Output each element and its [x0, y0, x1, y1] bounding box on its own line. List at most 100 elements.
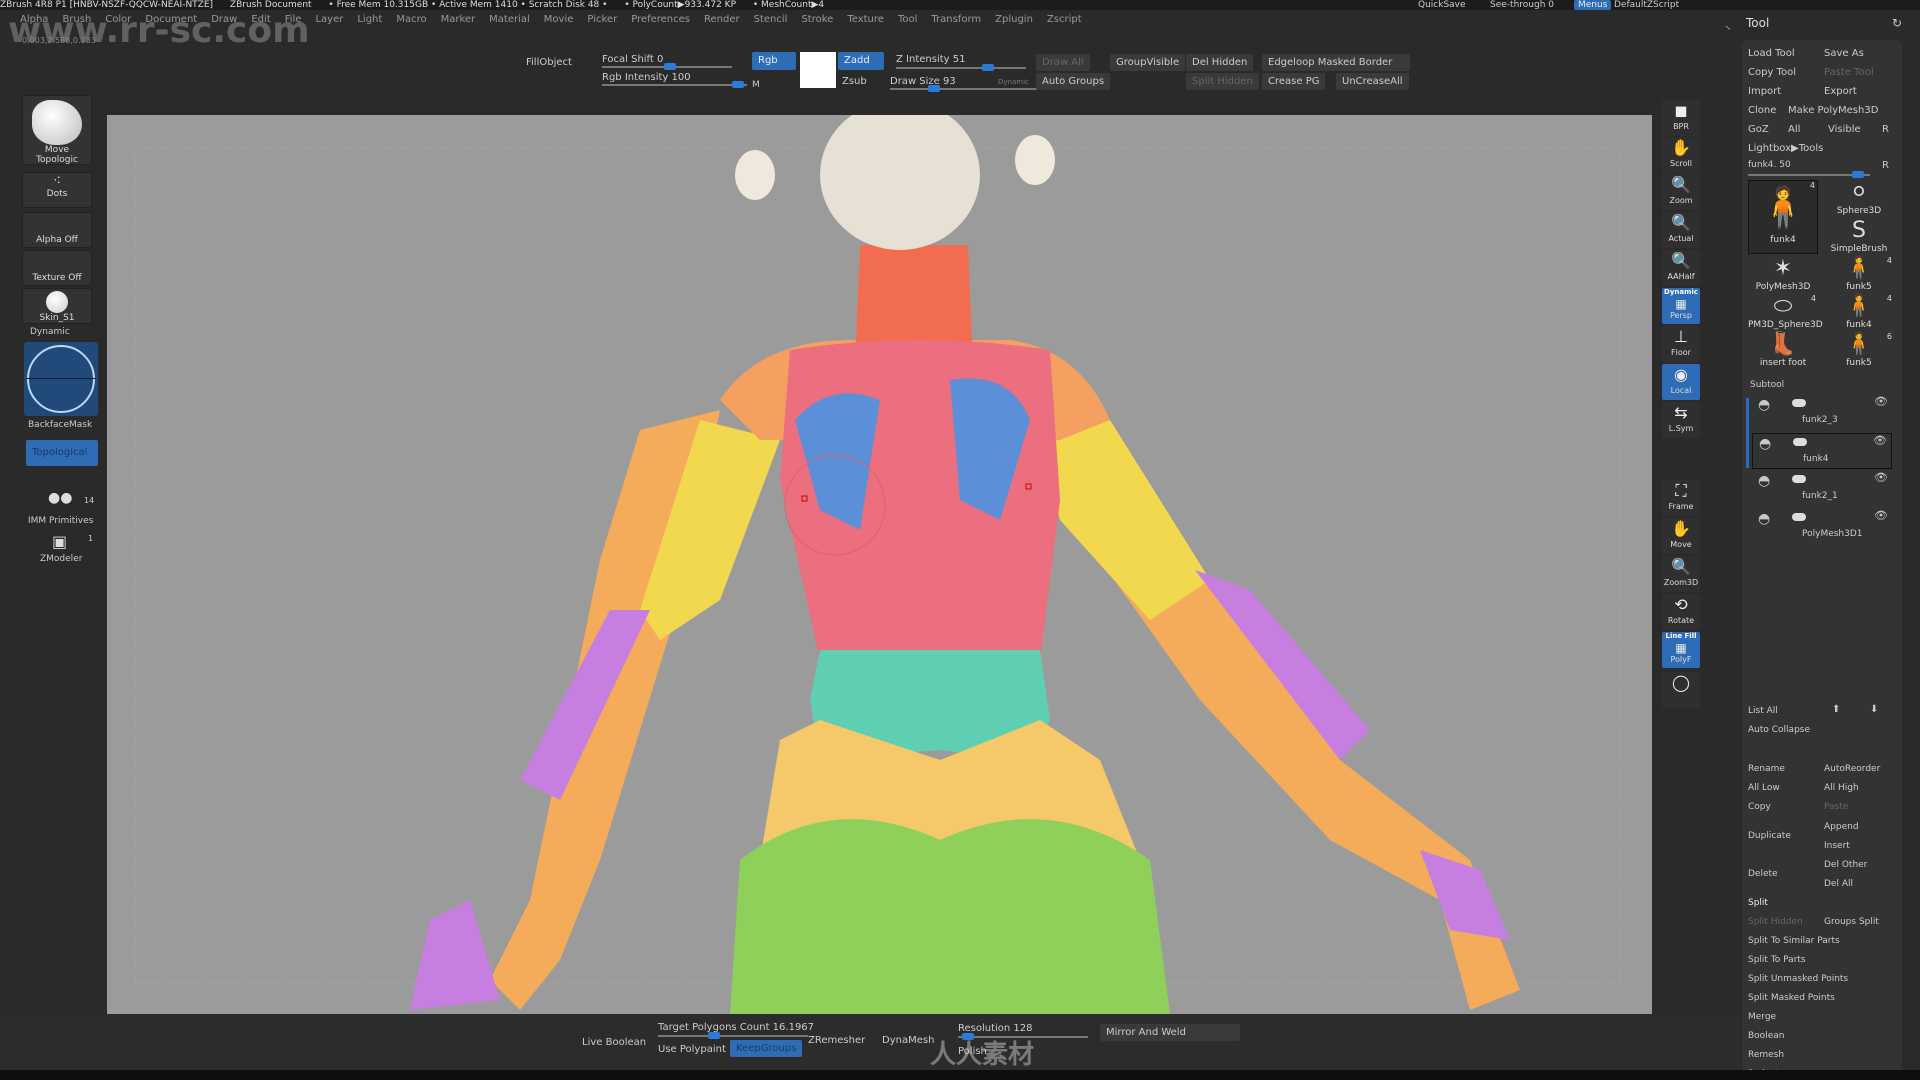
r-button[interactable]: R — [1882, 124, 1889, 135]
clone-button[interactable]: Clone — [1748, 105, 1776, 116]
tool-actual-button[interactable]: 🔍 Actual — [1662, 212, 1700, 248]
subtool-scrollbar[interactable] — [1746, 398, 1749, 468]
material-button[interactable]: Skin_S1 — [22, 288, 92, 324]
split-unmasked-points-button[interactable]: Split Unmasked Points — [1748, 974, 1848, 984]
tool-lsym-button[interactable]: ⇆ L.Sym — [1662, 402, 1700, 438]
auto-collapse-button[interactable]: Auto Collapse — [1748, 725, 1810, 735]
dynamesh-button[interactable]: DynaMesh — [882, 1035, 934, 1046]
stroke-button[interactable]: ⁖ Dots — [22, 172, 92, 208]
split-hidden-button[interactable]: Split Hidden — [1186, 73, 1259, 90]
tool-scroll-button[interactable]: ✋ Scroll — [1662, 137, 1700, 173]
imm-primitives-button[interactable]: IMM Primitives — [28, 516, 93, 526]
draw-size-slider[interactable] — [890, 85, 1040, 92]
m-toggle[interactable]: M — [752, 80, 760, 90]
alpha-button[interactable]: Alpha Off — [22, 212, 92, 248]
split-masked-points-button[interactable]: Split Masked Points — [1748, 993, 1835, 1003]
menu-material[interactable]: Material — [489, 14, 530, 25]
tool-rotate-button[interactable]: ⟲ Rotate — [1662, 594, 1700, 630]
boolean-section[interactable]: Boolean — [1748, 1031, 1784, 1041]
load-tool-button[interactable]: Load Tool — [1748, 48, 1795, 59]
tool-slider[interactable] — [1748, 171, 1870, 178]
zadd-button[interactable]: Zadd — [838, 52, 884, 70]
tool-thumb-funk5[interactable]: 🧍 funk5 6 — [1824, 332, 1894, 368]
export-button[interactable]: Export — [1824, 86, 1857, 97]
subtool-item[interactable]: ◓ 👁 funk2_3 — [1752, 395, 1892, 431]
zmodeler-button[interactable]: ZModeler — [40, 554, 82, 564]
menu-zscript[interactable]: Zscript — [1047, 14, 1082, 25]
del-hidden-button[interactable]: Del Hidden — [1186, 54, 1254, 71]
menu-picker[interactable]: Picker — [587, 14, 617, 25]
lightbox-tools-button[interactable]: Lightbox▶Tools — [1748, 143, 1823, 154]
tool-thumb-funk4[interactable]: 🧍 funk4 4 — [1748, 180, 1818, 254]
zremesher-button[interactable]: ZRemesher — [808, 1035, 865, 1046]
menu-preferences[interactable]: Preferences — [631, 14, 690, 25]
live-boolean-button[interactable]: Live Boolean — [582, 1037, 646, 1048]
mirror-and-weld-button[interactable]: Mirror And Weld — [1100, 1024, 1240, 1041]
append-button[interactable]: Append — [1824, 822, 1859, 832]
target-polygons-slider[interactable] — [658, 1032, 808, 1039]
eye-icon[interactable]: 👁 — [1873, 434, 1887, 447]
paste-tool-button[interactable]: Paste Tool — [1824, 67, 1874, 78]
draw-all-button[interactable]: Draw All — [1036, 54, 1090, 71]
remesh-section[interactable]: Remesh — [1748, 1050, 1784, 1060]
menu-macro[interactable]: Macro — [396, 14, 426, 25]
all-high-button[interactable]: All High — [1824, 783, 1859, 793]
color-swatch[interactable] — [800, 52, 836, 88]
tool-thumb-sphere3d[interactable]: ⚪ Sphere3D — [1824, 180, 1894, 216]
eye-icon[interactable]: 👁 — [1874, 471, 1888, 484]
copy-button[interactable]: Copy — [1748, 802, 1771, 812]
save-as-button[interactable]: Save As — [1824, 48, 1864, 59]
list-all-button[interactable]: List All — [1748, 706, 1778, 716]
split-section-header[interactable]: Split — [1748, 898, 1768, 908]
tool-bpr-button[interactable]: ◼ BPR — [1662, 100, 1700, 136]
menus-button[interactable]: Menus — [1574, 0, 1612, 10]
rgb-intensity-slider[interactable] — [602, 81, 747, 88]
group-visible-button[interactable]: GroupVisible — [1110, 54, 1186, 71]
tool-move-button[interactable]: ✋ Move — [1662, 518, 1700, 554]
script-label[interactable]: DefaultZScript — [1614, 0, 1679, 10]
import-button[interactable]: Import — [1748, 86, 1781, 97]
dynamic-toggle[interactable]: Dynamic — [998, 78, 1029, 86]
auto-groups-button[interactable]: Auto Groups — [1036, 73, 1111, 90]
tool-slider-reset[interactable]: R — [1882, 160, 1889, 171]
tool-thumb-insert-foot[interactable]: 👢 insert foot — [1748, 332, 1818, 368]
zsub-button[interactable]: Zsub — [842, 76, 867, 87]
visibility-toggle[interactable] — [1793, 438, 1807, 446]
visibility-toggle[interactable] — [1792, 399, 1806, 407]
split-hidden-button[interactable]: Split Hidden — [1748, 917, 1803, 927]
brush-button[interactable]: Move Topologic — [22, 95, 92, 165]
tool-thumb-polymesh3d[interactable]: ✶ PolyMesh3D — [1748, 256, 1818, 292]
autoreorder-button[interactable]: AutoReorder — [1824, 764, 1880, 774]
move-up-icon[interactable]: ⬆ — [1832, 704, 1840, 715]
all-button[interactable]: All — [1788, 124, 1800, 135]
delete-button[interactable]: Delete — [1748, 869, 1778, 879]
tool-zoom3d-button[interactable]: 🔍 Zoom3D — [1662, 556, 1700, 592]
copy-tool-button[interactable]: Copy Tool — [1748, 67, 1796, 78]
visibility-toggle[interactable] — [1792, 513, 1806, 521]
uncrease-all-button[interactable]: UnCreaseAll — [1336, 73, 1409, 90]
crease-pg-button[interactable]: Crease PG — [1262, 73, 1326, 90]
texture-button[interactable]: Texture Off — [22, 250, 92, 286]
make-polymesh3d-button[interactable]: Make PolyMesh3D — [1788, 105, 1878, 116]
split-to-parts-button[interactable]: Split To Parts — [1748, 955, 1806, 965]
rgb-button[interactable]: Rgb — [752, 52, 796, 70]
menu-tool[interactable]: Tool — [898, 14, 917, 25]
eye-icon[interactable]: 👁 — [1874, 395, 1888, 408]
eye-icon[interactable]: 👁 — [1874, 509, 1888, 522]
tool-thumb-funk5[interactable]: 🧍 funk5 4 — [1824, 256, 1894, 292]
merge-section[interactable]: Merge — [1748, 1012, 1776, 1022]
del-all-button[interactable]: Del All — [1824, 879, 1853, 889]
focal-shift-slider[interactable] — [602, 63, 732, 70]
menu-movie[interactable]: Movie — [544, 14, 574, 25]
menu-render[interactable]: Render — [704, 14, 740, 25]
menu-transform[interactable]: Transform — [931, 14, 981, 25]
tool-thumb-funk4[interactable]: 🧍 funk4 4 — [1824, 294, 1894, 330]
subtool-item[interactable]: ◓ 👁 funk4 — [1752, 433, 1892, 469]
menu-texture[interactable]: Texture — [847, 14, 884, 25]
subtool-item[interactable]: ◓ 👁 PolyMesh3D1 — [1752, 509, 1892, 545]
menu-stencil[interactable]: Stencil — [754, 14, 788, 25]
paste-button[interactable]: Paste — [1824, 802, 1848, 812]
rename-button[interactable]: Rename — [1748, 764, 1785, 774]
tool-floor-button[interactable]: ⊥ Floor — [1662, 326, 1700, 362]
visible-button[interactable]: Visible — [1828, 124, 1861, 135]
